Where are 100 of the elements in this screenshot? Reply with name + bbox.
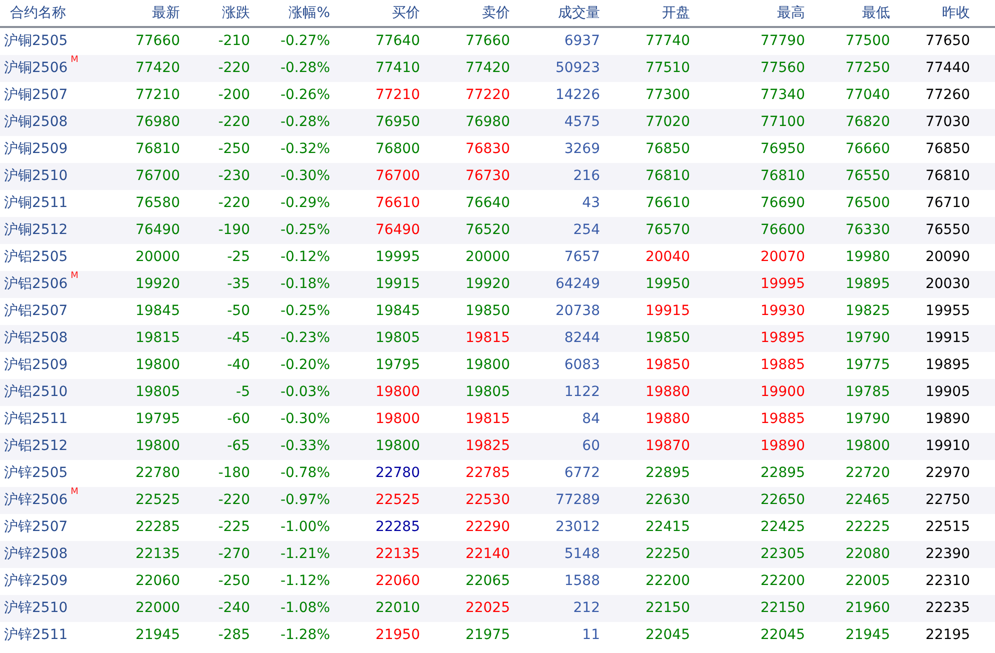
table-cell-text: 77790 xyxy=(760,32,805,51)
column-header[interactable]: 开盘 xyxy=(662,2,690,24)
table-cell-text: 76710 xyxy=(925,194,970,213)
contract-name[interactable]: 沪铜2507 xyxy=(4,85,68,106)
table-cell-text: -0.29% xyxy=(280,194,330,213)
table-cell-text: 22005 xyxy=(845,572,890,591)
table-cell-text: 76730 xyxy=(465,167,510,186)
table-cell-text: 19995 xyxy=(760,275,805,294)
contract-name[interactable]: 沪铝2508 xyxy=(4,328,68,349)
contract-name[interactable]: 沪铝2505 xyxy=(4,247,68,268)
table-cell-text: 22250 xyxy=(645,545,690,564)
contract-name[interactable]: 沪锌2507 xyxy=(4,517,68,538)
table-cell-text: 19885 xyxy=(760,410,805,429)
table-cell-text: 21975 xyxy=(465,626,510,645)
table-cell-text: 77510 xyxy=(645,59,690,78)
column-header[interactable]: 昨收 xyxy=(942,2,970,24)
column-header[interactable]: 最高 xyxy=(777,2,805,24)
table-cell-text: 19800 xyxy=(465,356,510,375)
column-header[interactable]: 最低 xyxy=(862,2,890,24)
table-cell-text: 77210 xyxy=(135,86,180,105)
table-cell-text: 22785 xyxy=(465,464,510,483)
table-cell-text: -0.26% xyxy=(280,86,330,105)
contract-name[interactable]: 沪铜2510 xyxy=(4,166,68,187)
table-cell-text: -0.30% xyxy=(280,167,330,186)
table-cell-text: 76640 xyxy=(465,194,510,213)
table-cell-text: 19895 xyxy=(845,275,890,294)
column-header[interactable]: 卖价 xyxy=(482,2,510,24)
contract-name[interactable]: 沪铜2511 xyxy=(4,193,68,214)
table-cell-text: 77220 xyxy=(465,86,510,105)
contract-name[interactable]: 沪铝2512 xyxy=(4,436,68,457)
table-cell-text: 77640 xyxy=(375,32,420,51)
contract-name[interactable]: 沪锌2506 xyxy=(4,490,68,511)
table-cell-text: 21945 xyxy=(135,626,180,645)
table-cell-text: -190 xyxy=(218,221,250,240)
table-cell-text: 22200 xyxy=(760,572,805,591)
table-cell-text: 19825 xyxy=(465,437,510,456)
table-cell-text: 19805 xyxy=(135,383,180,402)
table-cell-text: 19800 xyxy=(135,437,180,456)
table-cell-text: 19890 xyxy=(925,410,970,429)
table-cell-text: 77650 xyxy=(925,32,970,51)
table-cell-text: 19920 xyxy=(465,275,510,294)
column-header[interactable]: 涨幅% xyxy=(288,2,330,24)
contract-name[interactable]: 沪锌2505 xyxy=(4,463,68,484)
table-cell-text: 77300 xyxy=(645,86,690,105)
table-cell-text: 19910 xyxy=(925,437,970,456)
column-header[interactable]: 涨跌 xyxy=(222,2,250,24)
table-cell-text: 76850 xyxy=(925,140,970,159)
table-cell-text: 76810 xyxy=(135,140,180,159)
table-cell-text: 76330 xyxy=(845,221,890,240)
table-cell-text: 19775 xyxy=(845,356,890,375)
contract-name[interactable]: 沪铝2506 xyxy=(4,274,68,295)
table-cell-text: 19880 xyxy=(645,410,690,429)
table-cell-text: 50923 xyxy=(555,59,600,78)
contract-name[interactable]: 沪锌2511 xyxy=(4,625,68,646)
contract-name[interactable]: 沪铜2508 xyxy=(4,112,68,133)
table-cell-text: 22525 xyxy=(375,491,420,510)
table-cell-text: 76550 xyxy=(845,167,890,186)
table-cell-text: 21945 xyxy=(845,626,890,645)
column-header[interactable]: 最新 xyxy=(152,2,180,24)
table-cell-text: 22225 xyxy=(845,518,890,537)
table-cell-text: 19950 xyxy=(645,275,690,294)
table-cell-text: -0.28% xyxy=(280,113,330,132)
contract-name[interactable]: 沪铜2505 xyxy=(4,31,68,52)
table-cell-text: 77440 xyxy=(925,59,970,78)
table-cell-text: 19930 xyxy=(760,302,805,321)
table-cell-text: -0.25% xyxy=(280,221,330,240)
contract-name[interactable]: 沪铜2512 xyxy=(4,220,68,241)
contract-name[interactable]: 沪铝2510 xyxy=(4,382,68,403)
contract-name[interactable]: 沪锌2508 xyxy=(4,544,68,565)
contract-name[interactable]: 沪铜2509 xyxy=(4,139,68,160)
contract-name[interactable]: 沪锌2510 xyxy=(4,598,68,619)
table-cell-text: 254 xyxy=(573,221,600,240)
table-cell-text: 77289 xyxy=(555,491,600,510)
table-cell-text: 19850 xyxy=(645,356,690,375)
table-cell-text: -270 xyxy=(218,545,250,564)
table-cell-text: 76950 xyxy=(375,113,420,132)
table-cell-text: 22150 xyxy=(760,599,805,618)
table-cell-text: 22000 xyxy=(135,599,180,618)
contract-name[interactable]: 沪锌2509 xyxy=(4,571,68,592)
table-cell-text: 22525 xyxy=(135,491,180,510)
contract-name[interactable]: 沪铝2509 xyxy=(4,355,68,376)
table-cell-text: 19805 xyxy=(465,383,510,402)
table-cell-text: -45 xyxy=(227,329,250,348)
table-cell-text: -35 xyxy=(227,275,250,294)
column-header[interactable]: 合约名称 xyxy=(10,2,66,24)
table-cell-text: 22195 xyxy=(925,626,970,645)
table-cell-text: -60 xyxy=(227,410,250,429)
table-cell-text: 22425 xyxy=(760,518,805,537)
table-cell-text: -0.20% xyxy=(280,356,330,375)
contract-name[interactable]: 沪铜2506 xyxy=(4,58,68,79)
column-header[interactable]: 买价 xyxy=(392,2,420,24)
contract-name[interactable]: 沪铝2507 xyxy=(4,301,68,322)
table-cell-text: 22305 xyxy=(760,545,805,564)
column-header[interactable]: 成交量 xyxy=(558,2,600,24)
table-cell-text: 64249 xyxy=(555,275,600,294)
table-cell-text: 76610 xyxy=(375,194,420,213)
table-cell-text: 76500 xyxy=(845,194,890,213)
main-contract-mark: M xyxy=(70,272,78,281)
contract-name[interactable]: 沪铝2511 xyxy=(4,409,68,430)
table-cell-text: 77340 xyxy=(760,86,805,105)
